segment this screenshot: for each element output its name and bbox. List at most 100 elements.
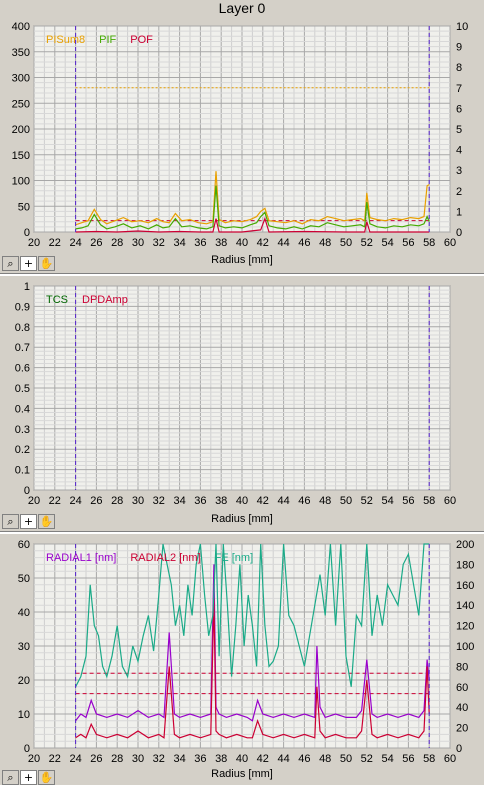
x-tick-label: 34 [173, 495, 185, 507]
x-tick-label: 46 [298, 237, 310, 249]
chart-3[interactable]: 0102030405060020406080100120140160180200… [0, 536, 484, 785]
x-tick-label: 56 [402, 495, 414, 507]
x-tick-label: 54 [381, 495, 393, 507]
x-tick-label: 60 [444, 495, 456, 507]
x-tick-label: 38 [215, 495, 227, 507]
chart-1[interactable]: 05010015020025030035040001234567891020 22… [0, 16, 484, 272]
panel-separator [0, 273, 484, 276]
y-tick-label: 10 [18, 709, 30, 721]
y-tick-label: 400 [12, 21, 30, 33]
x-tick-label: 44 [277, 753, 289, 765]
y2-tick-label: 5 [456, 124, 462, 136]
x-tick-label: 54 [381, 753, 393, 765]
y-tick-label: 60 [18, 539, 30, 551]
y-tick-label: 0.5 [15, 383, 30, 395]
x-axis-label: Radius [mm] [211, 254, 273, 266]
grid [33, 285, 451, 491]
pan-tool-icon[interactable]: ✋ [38, 770, 55, 785]
y2-tick-label: 0 [456, 743, 462, 755]
x-tick-label: 22 [49, 237, 61, 249]
x-tick-label: 30 [132, 753, 144, 765]
y-tick-label: 0.1 [15, 465, 30, 477]
y-tick-label: 1 [24, 281, 30, 293]
x-tick-label: 40 [236, 495, 248, 507]
x-tick-label: 48 [319, 753, 331, 765]
chart-2[interactable]: 00.10.20.30.40.50.60.70.80.9120 22 24 26 28 3… [0, 278, 484, 530]
y-tick-label: 100 [12, 176, 30, 188]
y-tick-label: 150 [12, 150, 30, 162]
y2-tick-label: 80 [456, 661, 468, 673]
y2-tick-label: 4 [456, 145, 462, 157]
y2-tick-label: 60 [456, 682, 468, 694]
x-tick-label: 26 [90, 237, 102, 249]
x-tick-label: 56 [402, 237, 414, 249]
zoom-tool-icon[interactable]: ⌕ [2, 514, 19, 529]
y2-tick-label: 0 [456, 227, 462, 239]
x-tick-label: 46 [298, 753, 310, 765]
y2-tick-label: 40 [456, 702, 468, 714]
x-tick-label: 60 [444, 753, 456, 765]
x-tick-label: 38 [215, 237, 227, 249]
x-tick-label: 48 [319, 237, 331, 249]
zoom-tool-icon[interactable]: ⌕ [2, 256, 19, 271]
y-tick-label: 0.4 [15, 403, 30, 415]
grid [33, 25, 451, 233]
x-tick-label: 52 [361, 237, 373, 249]
x-tick-label: 36 [194, 237, 206, 249]
legend-item: PIF [99, 34, 116, 46]
chart-2-toolbar: ⌕ + ✋ [2, 514, 60, 529]
x-tick-label: 32 [153, 495, 165, 507]
y-tick-label: 0.3 [15, 424, 30, 436]
x-tick-label: 20 [28, 237, 40, 249]
x-tick-label: 40 [236, 237, 248, 249]
y2-tick-label: 10 [456, 21, 468, 33]
chart-1-toolbar: ⌕ + ✋ [2, 256, 60, 271]
x-tick-label: 42 [257, 237, 269, 249]
y2-tick-label: 100 [456, 641, 474, 653]
x-tick-label: 38 [215, 753, 227, 765]
x-tick-label: 20 [28, 753, 40, 765]
y2-tick-label: 180 [456, 559, 474, 571]
x-tick-label: 44 [277, 237, 289, 249]
x-axis-label: Radius [mm] [211, 768, 273, 780]
x-tick-label: 44 [277, 495, 289, 507]
crosshair-tool-icon[interactable]: + [20, 256, 37, 271]
legend-item: POF [130, 34, 153, 46]
x-tick-label: 58 [423, 753, 435, 765]
y2-tick-label: 7 [456, 83, 462, 95]
y2-tick-label: 1 [456, 206, 462, 218]
zoom-tool-icon[interactable]: ⌕ [2, 770, 19, 785]
x-tick-label: 52 [361, 753, 373, 765]
pan-tool-icon[interactable]: ✋ [38, 256, 55, 271]
y-tick-label: 0.9 [15, 301, 30, 313]
panel-separator [0, 531, 484, 534]
x-tick-label: 46 [298, 495, 310, 507]
y2-tick-label: 8 [456, 62, 462, 74]
chart-panel-3: 0 10 20 30 40 50 60 0 20 40 60 80 100 120 140 160 180 200… [0, 536, 484, 785]
crosshair-tool-icon[interactable]: + [20, 770, 37, 785]
y2-tick-label: 200 [456, 539, 474, 551]
x-tick-label: 32 [153, 753, 165, 765]
x-tick-label: 50 [340, 753, 352, 765]
x-tick-label: 40 [236, 753, 248, 765]
x-tick-label: 42 [257, 495, 269, 507]
x-tick-label: 24 [69, 753, 81, 765]
window-title: Layer 0 [218, 0, 266, 16]
pan-tool-icon[interactable]: ✋ [38, 514, 55, 529]
x-tick-label: 58 [423, 237, 435, 249]
y-tick-label: 30 [18, 641, 30, 653]
x-tick-label: 22 [49, 753, 61, 765]
chart-panel-1: 0 50 100 150 200 250 300 350 400 0 1 2 3 4 5 6 7 8 9 10 20 22… [0, 16, 484, 272]
y-tick-label: 20 [18, 675, 30, 687]
x-tick-label: 36 [194, 753, 206, 765]
x-tick-label: 20 [28, 495, 40, 507]
crosshair-tool-icon[interactable]: + [20, 514, 37, 529]
legend-item: RADIAL2 [nm] [130, 552, 200, 564]
y-tick-label: 200 [12, 124, 30, 136]
x-tick-label: 36 [194, 495, 206, 507]
y2-tick-label: 160 [456, 580, 474, 592]
x-tick-label: 30 [132, 495, 144, 507]
x-tick-label: 30 [132, 237, 144, 249]
x-tick-label: 32 [153, 237, 165, 249]
legend-item: FE [nm] [215, 552, 254, 564]
